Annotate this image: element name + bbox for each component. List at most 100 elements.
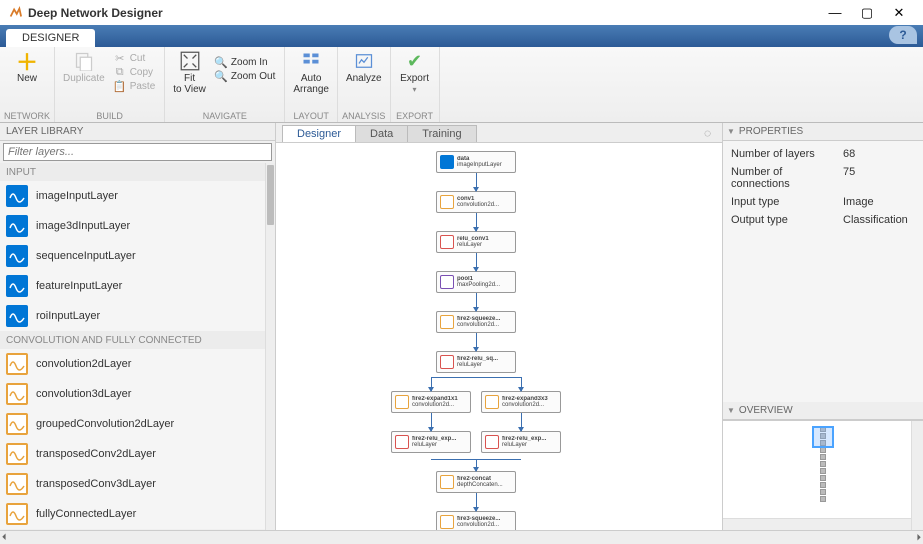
layer-item[interactable]: imageInputLayer: [0, 181, 265, 211]
layer-name: sequenceInputLayer: [36, 250, 136, 262]
layer-icon: [6, 353, 28, 375]
graph-node[interactable]: pool1maxPooling2d...: [436, 271, 516, 293]
library-header: LAYER LIBRARY: [0, 123, 275, 141]
collapse-icon: ▼: [727, 406, 735, 415]
overview-body[interactable]: [723, 420, 923, 530]
layer-item[interactable]: transposedConv2dLayer: [0, 439, 265, 469]
auto-arrange-button[interactable]: Auto Arrange: [289, 49, 333, 97]
property-key: Output type: [731, 214, 843, 226]
filter-layers-input[interactable]: [3, 143, 272, 161]
layer-icon: [6, 503, 28, 525]
node-label: fire2-expand3x3convolution2d...: [502, 396, 548, 408]
graph-edge: [431, 413, 432, 431]
library-scrollbar[interactable]: [265, 163, 275, 530]
graph-node[interactable]: fire2-expand1x1convolution2d...: [391, 391, 471, 413]
property-value: Image: [843, 196, 874, 208]
minimize-button[interactable]: —: [819, 3, 851, 23]
graph-edge: [476, 293, 477, 311]
layer-item[interactable]: convolution2dLayer: [0, 349, 265, 379]
overview-v-scrollbar[interactable]: [911, 421, 923, 530]
library-category: INPUT: [0, 163, 265, 181]
layer-item[interactable]: roiInputLayer: [0, 301, 265, 331]
tab-designer[interactable]: DESIGNER: [6, 29, 95, 47]
scissors-icon: ✂: [114, 52, 126, 64]
graph-edge: [476, 377, 521, 378]
main-area: LAYER LIBRARY INPUTimageInputLayerimage3…: [0, 123, 923, 530]
layer-item[interactable]: convolution3dLayer: [0, 379, 265, 409]
window-title: Deep Network Designer: [28, 6, 819, 20]
design-canvas[interactable]: dataimageInputLayer conv1convolution2d...…: [276, 143, 722, 530]
layer-item[interactable]: fullyConnectedLayer: [0, 499, 265, 529]
node-label: conv1convolution2d...: [457, 196, 499, 208]
copy-button[interactable]: ⧉Copy: [111, 65, 159, 79]
analyze-icon: [354, 51, 374, 71]
properties-body: Number of layers68Number of connections7…: [723, 141, 923, 402]
collapse-icon: ▼: [727, 127, 735, 136]
layer-name: roiInputLayer: [36, 310, 100, 322]
graph-node[interactable]: fire2-relu_sq...reluLayer: [436, 351, 516, 373]
node-icon: [440, 195, 454, 209]
overview-header[interactable]: ▼OVERVIEW: [723, 402, 923, 420]
duplicate-icon: [74, 51, 94, 71]
graph-node[interactable]: fire2-relu_exp...reluLayer: [481, 431, 561, 453]
maximize-button[interactable]: ▢: [851, 3, 883, 23]
layer-icon: [6, 413, 28, 435]
properties-header[interactable]: ▼PROPERTIES: [723, 123, 923, 141]
scroll-left-icon[interactable]: ⏴: [2, 532, 7, 543]
overview-viewport[interactable]: [812, 426, 834, 448]
graph-node[interactable]: relu_conv1reluLayer: [436, 231, 516, 253]
scroll-right-icon[interactable]: ⏵: [916, 532, 921, 543]
property-value: Classification: [843, 214, 908, 226]
canvas-tab-designer[interactable]: Designer: [282, 125, 356, 142]
graph-edge: [476, 333, 477, 351]
fit-to-view-button[interactable]: Fit to View: [169, 49, 210, 97]
layer-item[interactable]: transposedConv3dLayer: [0, 469, 265, 499]
graph-edge: [476, 493, 477, 511]
overview-h-scrollbar[interactable]: [723, 518, 911, 530]
layer-item[interactable]: image3dInputLayer: [0, 211, 265, 241]
graph-edge: [431, 377, 476, 378]
node-icon: [440, 275, 454, 289]
canvas-tab-training[interactable]: Training: [407, 125, 476, 142]
node-icon: [440, 315, 454, 329]
group-build: Duplicate ✂Cut ⧉Copy 📋Paste BUILD: [55, 47, 165, 122]
zoom-in-button[interactable]: 🔍Zoom In: [212, 55, 278, 69]
zoom-out-icon: 🔍: [215, 70, 227, 82]
node-label: fire2-relu_exp...reluLayer: [412, 436, 456, 448]
node-label: pool1maxPooling2d...: [457, 276, 500, 288]
group-analysis: Analyze ANALYSIS: [338, 47, 391, 122]
new-button[interactable]: ＋ New: [7, 49, 47, 86]
layer-item[interactable]: featureInputLayer: [0, 271, 265, 301]
paste-button[interactable]: 📋Paste: [111, 79, 159, 93]
graph-node[interactable]: conv1convolution2d...: [436, 191, 516, 213]
layer-icon: [6, 245, 28, 267]
close-button[interactable]: ✕: [883, 3, 915, 23]
property-value: 68: [843, 148, 855, 160]
node-icon: [440, 235, 454, 249]
node-label: relu_conv1reluLayer: [457, 236, 489, 248]
graph-node[interactable]: fire2-relu_exp...reluLayer: [391, 431, 471, 453]
arrange-icon: [301, 51, 321, 71]
analyze-button[interactable]: Analyze: [342, 49, 386, 86]
node-icon: [440, 475, 454, 489]
canvas-tab-data[interactable]: Data: [355, 125, 408, 142]
node-icon: [440, 515, 454, 529]
graph-node[interactable]: fire2-squeeze...convolution2d...: [436, 311, 516, 333]
clipboard-icon: 📋: [114, 80, 126, 92]
cut-button[interactable]: ✂Cut: [111, 51, 159, 65]
group-network: ＋ New NETWORK: [0, 47, 55, 122]
graph-node[interactable]: fire2-concatdepthConcaten...: [436, 471, 516, 493]
graph-node[interactable]: fire2-expand3x3convolution2d...: [481, 391, 561, 413]
canvas-tab-options-icon[interactable]: ◌: [704, 126, 716, 138]
duplicate-button[interactable]: Duplicate: [59, 49, 109, 86]
help-button[interactable]: [889, 26, 917, 44]
zoom-out-button[interactable]: 🔍Zoom Out: [212, 69, 278, 83]
layer-item[interactable]: sequenceInputLayer: [0, 241, 265, 271]
layer-icon: [6, 305, 28, 327]
graph-node[interactable]: fire3-squeeze...convolution2d...: [436, 511, 516, 530]
node-label: fire2-relu_sq...reluLayer: [457, 356, 498, 368]
layer-item[interactable]: groupedConvolution2dLayer: [0, 409, 265, 439]
graph-node[interactable]: dataimageInputLayer: [436, 151, 516, 173]
export-button[interactable]: ✔ Export▾: [395, 49, 435, 97]
property-key: Number of connections: [731, 166, 843, 190]
